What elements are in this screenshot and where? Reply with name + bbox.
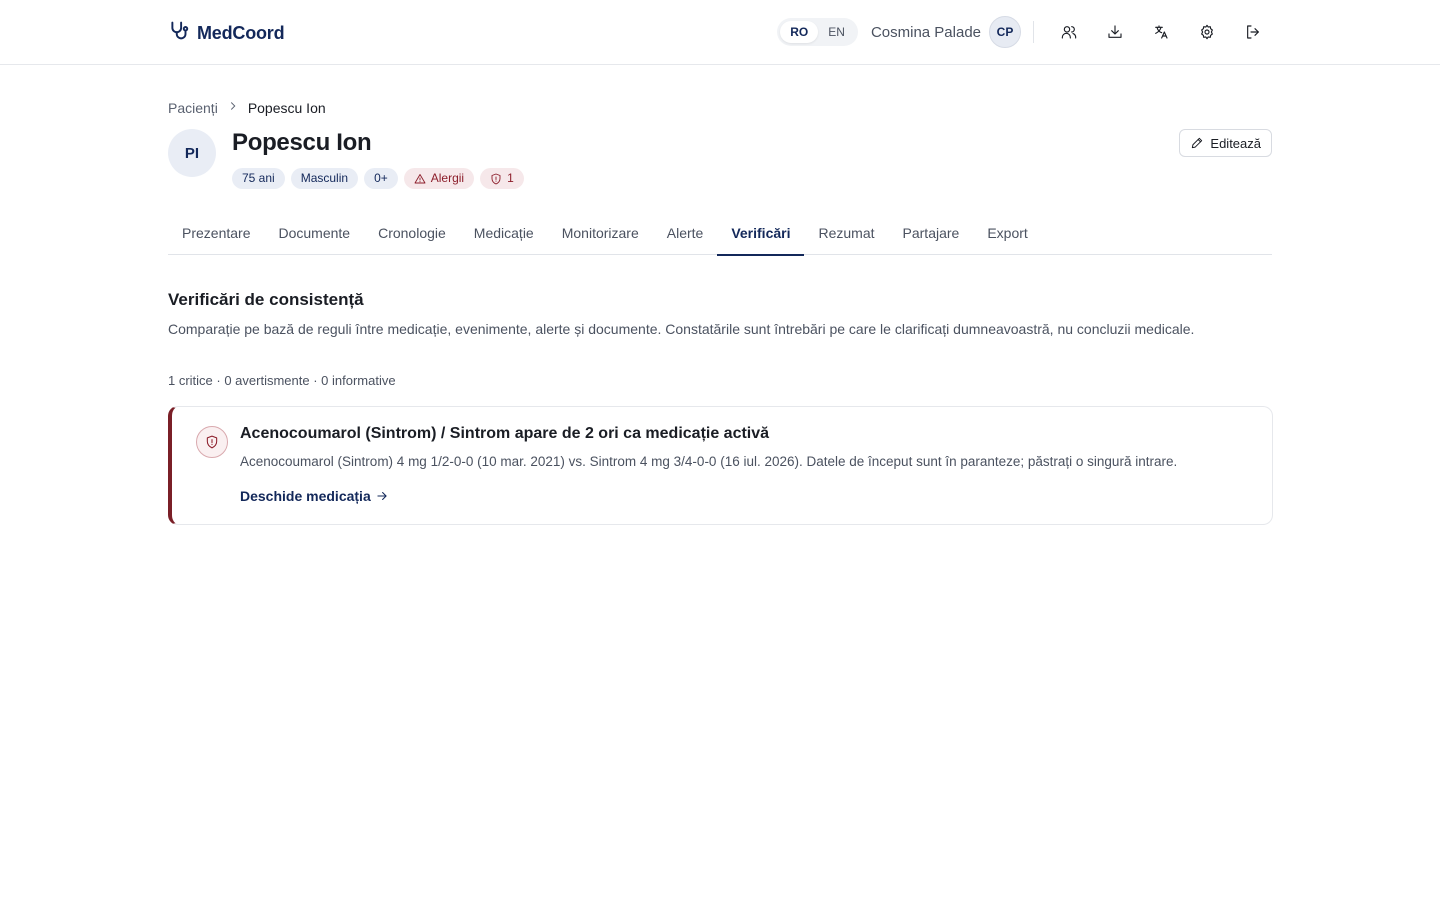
brand-name: MedCoord	[197, 22, 285, 43]
tab-export[interactable]: Export	[973, 214, 1041, 255]
finding-title: Acenocoumarol (Sintrom) / Sintrom apare …	[240, 425, 770, 442]
gear-icon[interactable]	[1188, 16, 1226, 48]
arrow-right-icon	[377, 491, 387, 501]
blood-type-badge: 0+	[364, 168, 398, 189]
user-avatar[interactable]: CP	[989, 16, 1021, 48]
stethoscope-icon	[168, 20, 189, 46]
open-medication-label: Deschide medicația	[240, 488, 371, 504]
alerts-count-badge[interactable]: 1	[480, 168, 524, 189]
users-icon[interactable]	[1050, 16, 1088, 48]
sex-badge: Masculin	[290, 168, 359, 189]
download-icon[interactable]	[1096, 16, 1134, 48]
breadcrumb-current: Popescu Ion	[247, 99, 326, 116]
tab-verificari[interactable]: Verificări	[717, 214, 805, 256]
breadcrumb-patients-link[interactable]: Pacienți	[168, 100, 218, 116]
finding-detail: Acenocoumarol (Sintrom) 4 mg 1/2-0-0 (10…	[240, 454, 1178, 469]
header-actions: RO EN Cosmina Palade CP	[777, 16, 1272, 48]
translate-icon[interactable]	[1142, 16, 1180, 48]
tab-partajare[interactable]: Partajare	[889, 214, 974, 255]
brand-logo[interactable]: MedCoord	[168, 20, 285, 46]
alerts-count: 1	[507, 171, 514, 185]
tab-documente[interactable]: Documente	[264, 214, 364, 255]
breadcrumb: Pacienți Popescu Ion	[168, 99, 326, 116]
tab-prezentare[interactable]: Prezentare	[168, 214, 264, 255]
language-option-ro[interactable]: RO	[780, 21, 819, 43]
open-medication-link[interactable]: Deschide medicația	[240, 488, 389, 504]
tab-rezumat[interactable]: Rezumat	[804, 214, 888, 255]
language-option-en[interactable]: EN	[818, 21, 855, 43]
patient-chips: 75 ani Masculin 0+ Alergii 1	[232, 168, 524, 189]
tab-alerte[interactable]: Alerte	[653, 214, 718, 255]
tab-cronologie[interactable]: Cronologie	[364, 214, 460, 255]
shield-alert-icon	[491, 173, 501, 184]
patient-tabs: Prezentare Documente Cronologie Medicați…	[168, 214, 1272, 256]
logout-icon[interactable]	[1234, 16, 1272, 48]
finding-card-critical: Acenocoumarol (Sintrom) / Sintrom apare …	[168, 406, 1273, 525]
patient-name: Popescu Ion	[232, 129, 372, 156]
user-name: Cosmina Palade	[870, 23, 981, 41]
header-divider	[1033, 21, 1034, 43]
age-badge: 75 ani	[232, 168, 285, 189]
edit-patient-button[interactable]: Editează	[1179, 129, 1272, 157]
top-bar: MedCoord RO EN Cosmina Palade CP	[0, 0, 1440, 65]
warning-triangle-icon	[414, 173, 426, 183]
allergies-badge[interactable]: Alergii	[403, 168, 475, 189]
section-description: Comparație pe bază de reguli între medic…	[168, 321, 1195, 337]
tab-medicatie[interactable]: Medicație	[460, 214, 548, 255]
section-title: Verificări de consistență	[168, 290, 364, 309]
checks-summary: 1 critice · 0 avertismente · 0 informati…	[168, 373, 396, 388]
edit-button-label: Editează	[1210, 135, 1261, 151]
pencil-icon	[1192, 137, 1203, 149]
language-toggle: RO EN	[777, 18, 858, 46]
allergies-label: Alergii	[430, 171, 465, 185]
shield-alert-icon	[196, 426, 228, 458]
patient-avatar: PI	[168, 129, 216, 177]
chevron-right-icon	[226, 99, 240, 116]
tab-monitorizare[interactable]: Monitorizare	[548, 214, 653, 255]
